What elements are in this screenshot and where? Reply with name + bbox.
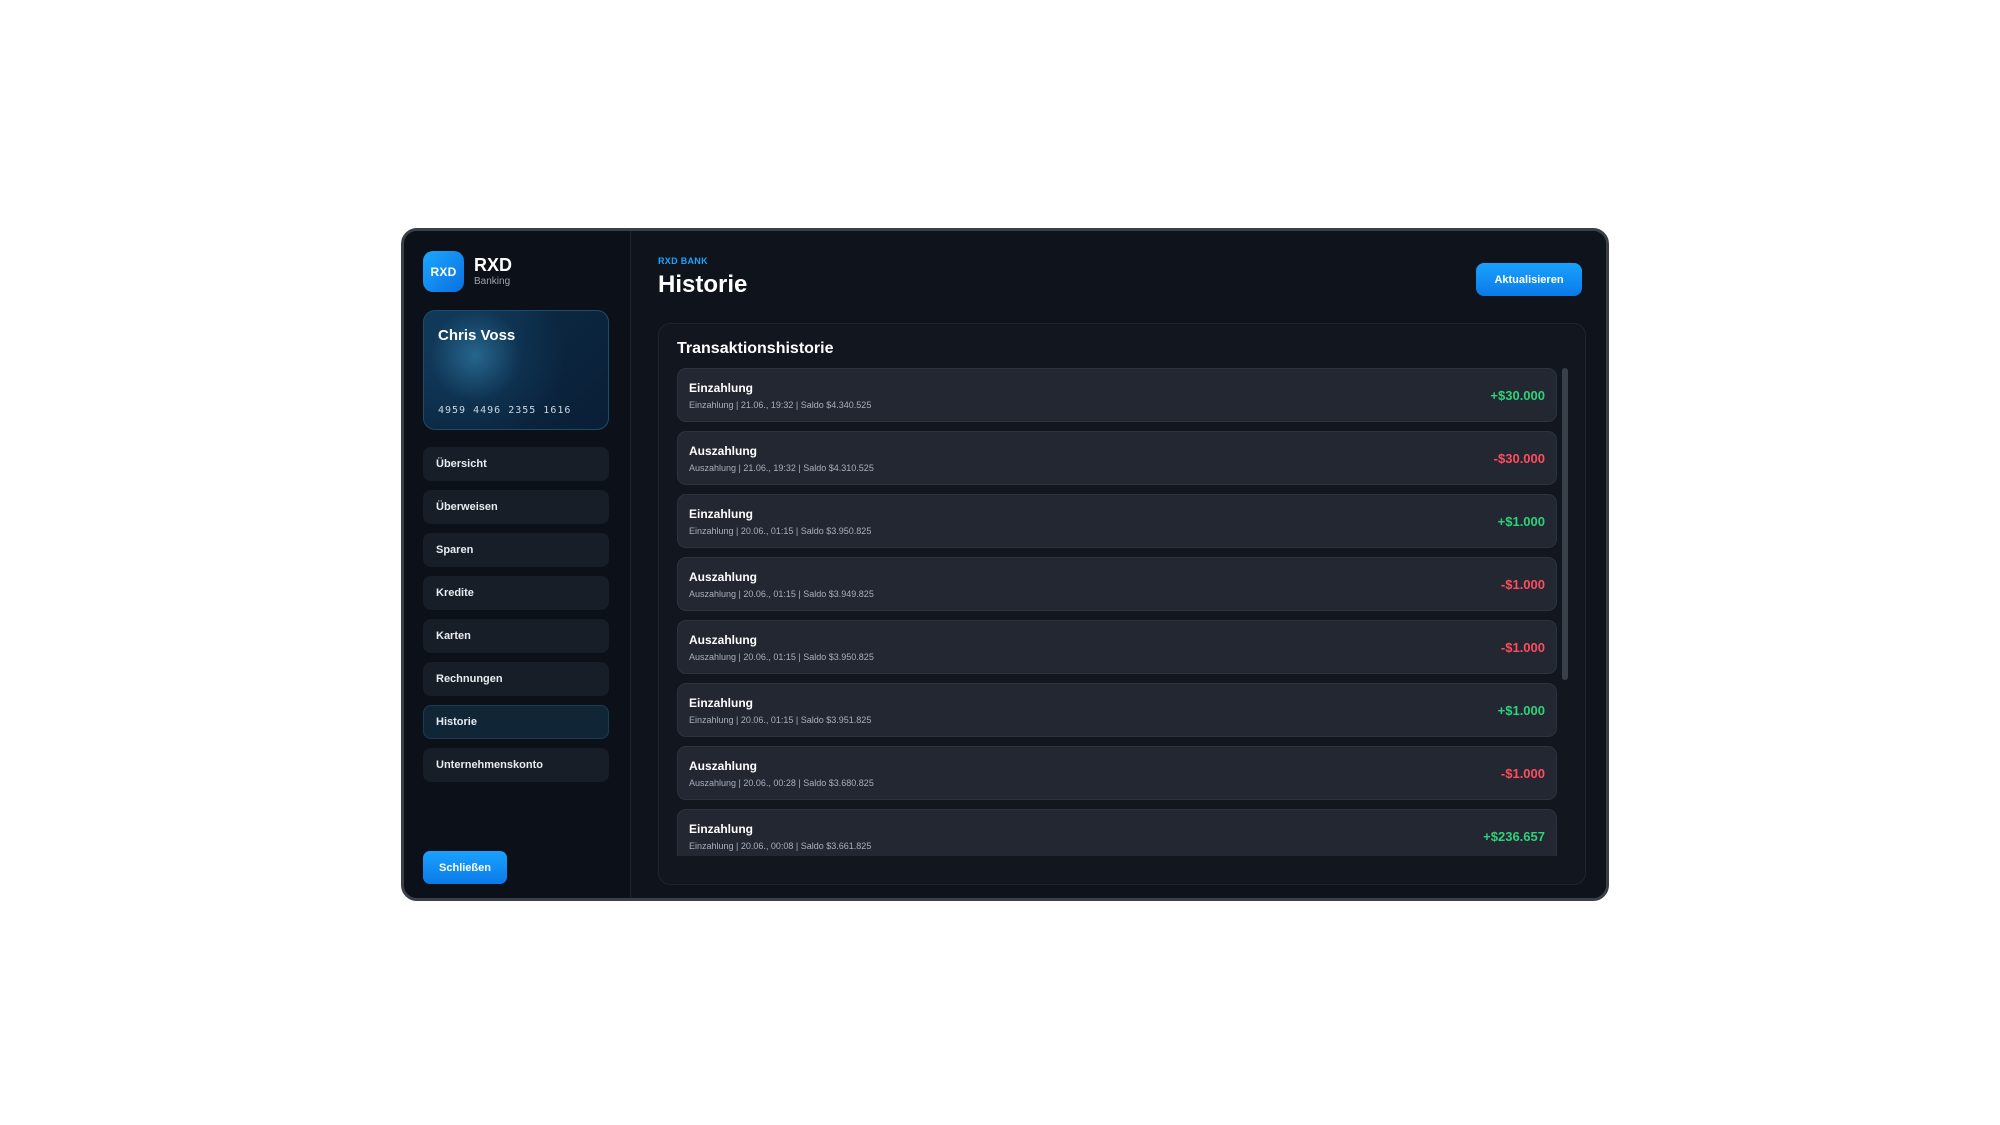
bank-card: Chris Voss 4959 4496 2355 1616: [423, 310, 609, 430]
transaction-row: Einzahlung Einzahlung | 20.06., 01:15 | …: [677, 683, 1557, 737]
transaction-list[interactable]: Einzahlung Einzahlung | 21.06., 19:32 | …: [677, 368, 1557, 856]
transaction-title: Auszahlung: [689, 759, 757, 773]
transaction-title: Auszahlung: [689, 570, 757, 584]
transaction-title: Einzahlung: [689, 696, 753, 710]
page-title: Historie: [658, 271, 748, 298]
sidebar-nav: Übersicht Überweisen Sparen Kredite Kart…: [423, 447, 609, 791]
card-holder-name: Chris Voss: [438, 327, 516, 344]
brand-subtitle: Banking: [474, 275, 511, 287]
sidebar-item-uebersicht[interactable]: Übersicht: [423, 447, 609, 481]
transaction-row: Auszahlung Auszahlung | 20.06., 01:15 | …: [677, 557, 1557, 611]
banking-app-window: RXD RXD Banking Chris Voss 4959 4496 235…: [401, 228, 1609, 901]
transaction-meta: Auszahlung | 20.06., 00:28 | Saldo $3.68…: [689, 778, 874, 788]
transaction-meta: Auszahlung | 20.06., 01:15 | Saldo $3.94…: [689, 589, 874, 599]
sidebar-item-unternehmenskonto[interactable]: Unternehmenskonto: [423, 748, 609, 782]
transaction-row: Auszahlung Auszahlung | 20.06., 00:28 | …: [677, 746, 1557, 800]
transaction-amount: +$30.000: [1490, 388, 1545, 403]
transaction-title: Einzahlung: [689, 381, 753, 395]
transaction-amount: -$1.000: [1500, 577, 1545, 592]
transaction-title: Einzahlung: [689, 507, 753, 521]
sidebar-item-ueberweisen[interactable]: Überweisen: [423, 490, 609, 524]
transaction-amount: -$30.000: [1493, 451, 1545, 466]
transaction-row: Auszahlung Auszahlung | 21.06., 19:32 | …: [677, 431, 1557, 485]
transaction-row: Einzahlung Einzahlung | 20.06., 01:15 | …: [677, 494, 1557, 548]
transaction-amount: -$1.000: [1500, 640, 1545, 655]
brand-name: RXD: [474, 254, 513, 275]
sidebar-item-karten[interactable]: Karten: [423, 619, 609, 653]
transaction-list-scrollbar[interactable]: [1562, 368, 1568, 680]
brand: RXD RXD Banking: [423, 251, 512, 292]
transaction-row: Einzahlung Einzahlung | 21.06., 19:32 | …: [677, 368, 1557, 422]
transaction-amount: -$1.000: [1500, 766, 1545, 781]
sidebar-item-sparen[interactable]: Sparen: [423, 533, 609, 567]
transaction-meta: Einzahlung | 20.06., 00:08 | Saldo $3.66…: [689, 841, 872, 851]
transaction-title: Einzahlung: [689, 822, 753, 836]
brand-logo: RXD: [423, 251, 464, 292]
transaction-amount: +$1.000: [1497, 514, 1545, 529]
sidebar-item-kredite[interactable]: Kredite: [423, 576, 609, 610]
transaction-meta: Einzahlung | 20.06., 01:15 | Saldo $3.95…: [689, 715, 872, 725]
refresh-button[interactable]: Aktualisieren: [1476, 263, 1582, 296]
transaction-meta: Einzahlung | 21.06., 19:32 | Saldo $4.34…: [689, 400, 872, 410]
transaction-row: Einzahlung Einzahlung | 20.06., 00:08 | …: [677, 809, 1557, 856]
transaction-title: Auszahlung: [689, 444, 757, 458]
main-content: RXD BANK Historie Aktualisieren Transakt…: [631, 231, 1606, 898]
sidebar-item-historie[interactable]: Historie: [423, 705, 609, 739]
card-number: 4959 4496 2355 1616: [438, 405, 572, 416]
transaction-meta: Auszahlung | 20.06., 01:15 | Saldo $3.95…: [689, 652, 874, 662]
transaction-title: Auszahlung: [689, 633, 757, 647]
section-eyebrow: RXD BANK: [658, 256, 708, 266]
brand-text: RXD Banking: [474, 255, 512, 289]
close-button[interactable]: Schließen: [423, 851, 507, 884]
transaction-history-panel: Transaktionshistorie Einzahlung Einzahlu…: [658, 323, 1586, 885]
transaction-row: Auszahlung Auszahlung | 20.06., 01:15 | …: [677, 620, 1557, 674]
transaction-meta: Auszahlung | 21.06., 19:32 | Saldo $4.31…: [689, 463, 874, 473]
transaction-meta: Einzahlung | 20.06., 01:15 | Saldo $3.95…: [689, 526, 872, 536]
sidebar-item-rechnungen[interactable]: Rechnungen: [423, 662, 609, 696]
transaction-amount: +$236.657: [1483, 829, 1545, 844]
sidebar: RXD RXD Banking Chris Voss 4959 4496 235…: [404, 231, 631, 898]
transaction-amount: +$1.000: [1497, 703, 1545, 718]
panel-title: Transaktionshistorie: [677, 340, 834, 357]
